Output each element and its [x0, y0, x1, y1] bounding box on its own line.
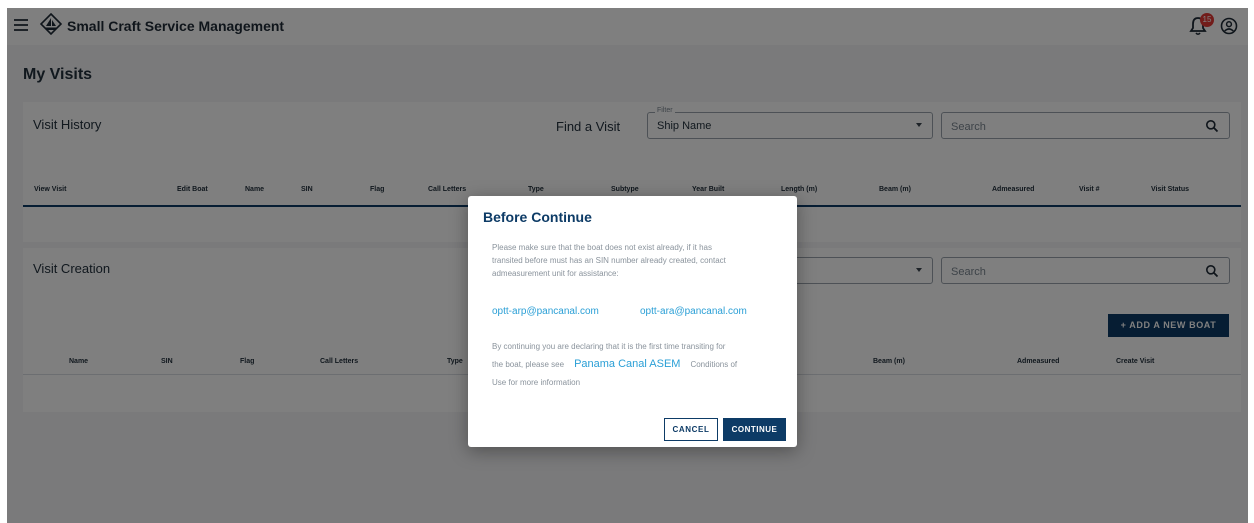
before-continue-dialog: Before Continue Please make sure that th…: [468, 196, 797, 447]
dialog-message-line: Please make sure that the boat does not …: [492, 243, 712, 252]
dialog-message-line: transited before must has an SIN number …: [492, 256, 726, 265]
dialog-declaration-line: By continuing you are declaring that it …: [492, 342, 726, 351]
dialog-declaration-line: the boat, please see Panama Canal ASEM Con…: [492, 358, 737, 371]
dialog-message: Please make sure that the boat does not …: [492, 241, 726, 280]
declaration-text-start: the boat, please see: [492, 360, 565, 369]
declaration-text-end: Conditions of: [690, 360, 738, 369]
dialog-title: Before Continue: [483, 209, 592, 225]
dialog-message-line: admeasurement unit for assistance:: [492, 269, 619, 278]
continue-button[interactable]: CONTINUE: [723, 418, 786, 441]
asem-link[interactable]: Panama Canal ASEM: [564, 358, 690, 370]
dialog-declaration-line: Use for more information: [492, 378, 581, 387]
dialog-declaration: By continuing you are declaring that it …: [492, 340, 737, 389]
email-link-arp[interactable]: optt-arp@pancanal.com: [492, 306, 599, 317]
cancel-button[interactable]: CANCEL: [664, 418, 718, 441]
email-link-ara[interactable]: optt-ara@pancanal.com: [640, 306, 747, 317]
